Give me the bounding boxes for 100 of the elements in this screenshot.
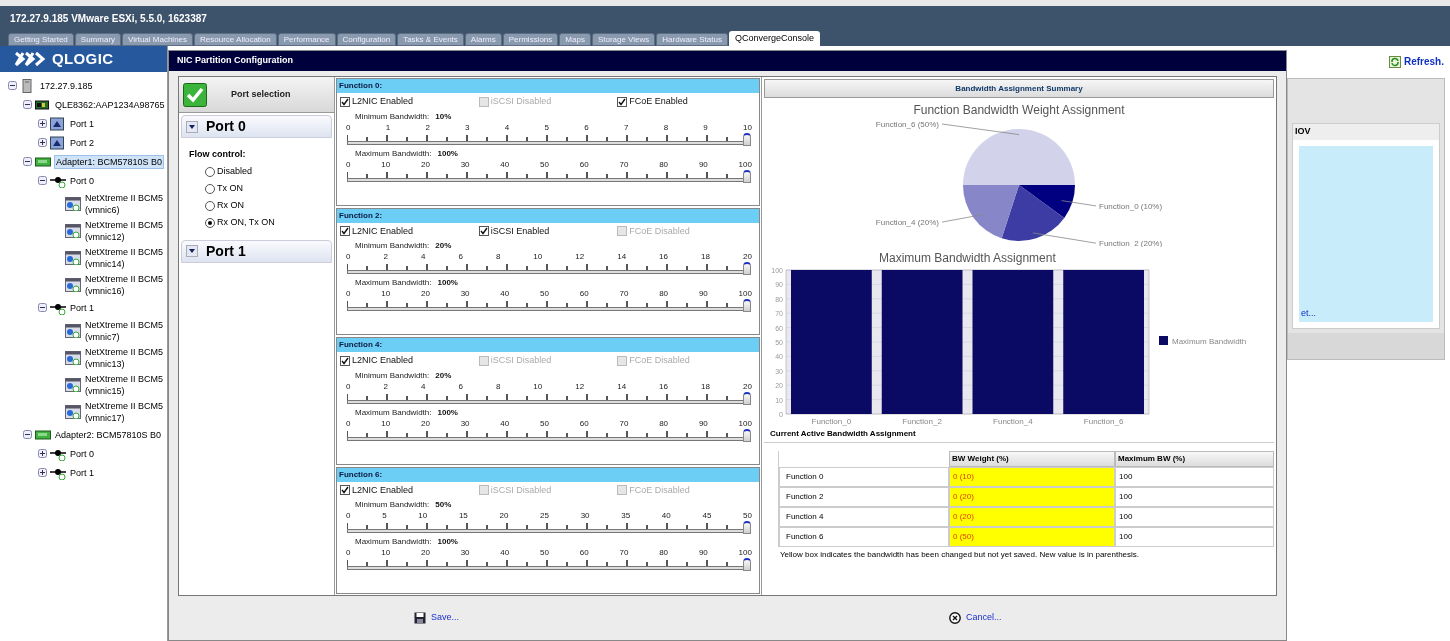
slider-value: 100%: [437, 147, 458, 160]
computer-icon: [65, 223, 81, 238]
tree-item[interactable]: 172.27.9.185: [39, 79, 94, 92]
tree-item[interactable]: Port 1: [69, 466, 95, 479]
scale-label: 40: [500, 548, 510, 558]
scale-label: 70: [619, 289, 629, 299]
collapse-toggle[interactable]: [38, 303, 47, 312]
scale-label: 50: [540, 418, 549, 429]
expand-toggle[interactable]: [38, 138, 47, 147]
scale-label: 0: [346, 159, 351, 170]
port-header[interactable]: Port 0: [181, 115, 332, 138]
checkbox-label[interactable]: L2NIC Enabled: [352, 224, 414, 238]
tree-item[interactable]: NetXtreme II BCM5 (vmnic14): [84, 245, 165, 270]
tree-item[interactable]: Port 0: [69, 447, 95, 460]
slider-thumb[interactable]: [743, 558, 751, 571]
checkbox[interactable]: [340, 485, 350, 496]
radio-label[interactable]: Tx ON: [217, 181, 243, 196]
scale-label: 90: [698, 159, 708, 170]
expand-toggle[interactable]: [38, 468, 47, 477]
slider-thumb[interactable]: [743, 521, 751, 534]
tree-item[interactable]: Adapter1: BCM57810S B0: [54, 154, 165, 169]
scale-label: 30: [460, 159, 470, 170]
scale-label: 35: [621, 511, 631, 521]
tree-item[interactable]: Port 0: [69, 174, 95, 187]
panel-link[interactable]: et...: [1301, 306, 1431, 320]
tree-item[interactable]: NetXtreme II BCM5 (vmnic17): [84, 399, 165, 424]
slider-thumb[interactable]: [743, 299, 751, 312]
collapse-toggle[interactable]: [23, 157, 32, 166]
slider-value: 20%: [435, 240, 452, 252]
tree-item[interactable]: Adapter2: BCM57810S B0: [54, 428, 163, 441]
checkbox-label[interactable]: FCoE Enabled: [629, 95, 688, 109]
collapse-toggle[interactable]: [23, 430, 32, 439]
checkbox-label[interactable]: iSCSI Enabled: [490, 224, 550, 238]
tree-item[interactable]: QLE8362:AAP1234A98765: [54, 98, 166, 111]
radio-button[interactable]: [205, 166, 215, 177]
slider-thumb[interactable]: [743, 132, 751, 146]
scale-label: 20: [420, 548, 430, 558]
tree-item[interactable]: Port 1: [69, 117, 95, 130]
radio-button[interactable]: [205, 200, 215, 211]
slider-label: Minimum Bandwidth:: [355, 240, 430, 252]
tree-item[interactable]: NetXtreme II BCM5 (vmnic15): [84, 372, 165, 397]
expand-toggle[interactable]: [38, 119, 47, 128]
slider-label: Minimum Bandwidth:: [355, 499, 430, 511]
data-label: Function_2 (20%): [1099, 239, 1163, 247]
slider-thumb[interactable]: [743, 428, 751, 442]
tree-item[interactable]: NetXtreme II BCM5 (vmnic12): [84, 218, 165, 243]
collapse-toggle[interactable]: [38, 176, 47, 185]
cancel-button[interactable]: Cancel...: [949, 611, 1002, 625]
checkbox[interactable]: [340, 355, 350, 366]
scale-label: 0: [346, 511, 351, 521]
checkbox-label[interactable]: L2NIC Enabled: [352, 354, 414, 368]
checkbox-label[interactable]: L2NIC Enabled: [352, 483, 414, 497]
slider-thumb[interactable]: [743, 169, 751, 183]
checkbox[interactable]: [340, 96, 350, 107]
tree-item[interactable]: NetXtreme II BCM5 (vmnic13): [84, 345, 165, 370]
scale-label: 6: [458, 252, 463, 262]
scale-label: 10: [381, 548, 391, 558]
scale-label: 100: [738, 418, 752, 429]
slider-value: 20%: [435, 369, 452, 382]
radio-button[interactable]: [205, 217, 215, 228]
radio-button[interactable]: [205, 183, 215, 194]
collapse-toggle[interactable]: [8, 81, 17, 90]
checkbox[interactable]: [617, 96, 628, 107]
table-cell: 100: [1115, 487, 1274, 507]
scale-label: 5: [544, 122, 549, 133]
port-header[interactable]: Port 1: [181, 239, 332, 263]
table-cell: 100: [1115, 507, 1274, 527]
tab[interactable]: QConvergeConsole: [728, 31, 820, 46]
tree-item[interactable]: NetXtreme II BCM5 (vmnic7): [84, 318, 165, 343]
scale-label: 80: [659, 548, 669, 558]
scale-label: 4: [420, 252, 426, 262]
slider-value: 50%: [435, 499, 452, 511]
scale-label: 2: [383, 381, 388, 392]
computer-icon: [65, 277, 81, 292]
collapse-toggle[interactable]: [23, 100, 32, 109]
expand-toggle[interactable]: [38, 449, 47, 458]
checkbox[interactable]: [478, 226, 489, 237]
tree-item[interactable]: NetXtreme II BCM5 (vmnic6): [84, 191, 165, 216]
checkbox-label[interactable]: L2NIC Enabled: [352, 95, 414, 109]
tree-item[interactable]: Port 2: [69, 136, 95, 149]
scale-label: 100: [738, 289, 752, 299]
leader-line: [1032, 232, 1097, 244]
tree-item[interactable]: NetXtreme II BCM5 (vmnic16): [84, 272, 165, 297]
radio-label[interactable]: Rx ON, Tx ON: [217, 215, 275, 230]
radio-label[interactable]: Disabled: [217, 164, 253, 179]
scale-label: 10: [743, 122, 752, 133]
refresh-link[interactable]: Refresh.: [1404, 54, 1444, 69]
window-title: 172.27.9.185 VMware ESXi, 5.5.0, 1623387: [10, 11, 207, 26]
slider-thumb[interactable]: [743, 391, 751, 405]
scale-label: 60: [579, 418, 589, 429]
save-button[interactable]: Save...: [414, 611, 459, 625]
tree-item[interactable]: Port 1: [69, 301, 95, 314]
radio-label[interactable]: Rx ON: [217, 198, 244, 213]
slider-thumb[interactable]: [743, 262, 751, 275]
scale-label: 80: [659, 418, 669, 429]
scale-label: 0: [346, 122, 351, 133]
caret-icon: [186, 245, 198, 257]
column-header: BW Weight (%): [949, 451, 1115, 467]
checkbox[interactable]: [340, 226, 350, 237]
scale-label: 12: [575, 252, 585, 262]
